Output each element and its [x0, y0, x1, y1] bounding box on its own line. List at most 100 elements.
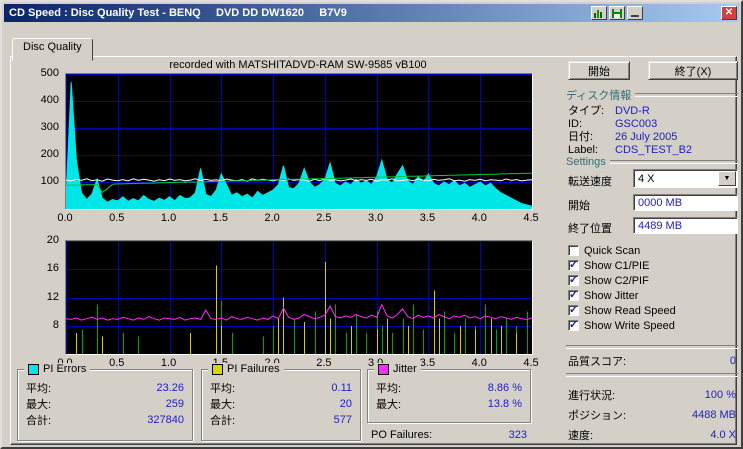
pi-errors-box: PI Errors 平均: 23.26 最大: 259 合計: 327840: [17, 363, 193, 441]
chart-icon[interactable]: [591, 6, 607, 20]
quality-score-label: 品質スコア:: [568, 356, 627, 368]
stat-label: 最大:: [26, 399, 52, 411]
stat-value: 20: [339, 398, 352, 410]
checkbox-box[interactable]: [568, 258, 579, 271]
y-tick-label: 200: [40, 148, 59, 160]
checkbox-show-c2-pif[interactable]: Show C2/PIF: [568, 273, 649, 287]
title-bar[interactable]: CD Speed : Disc Quality Test - BENQ DVD …: [4, 4, 739, 22]
start-button[interactable]: 開始: [568, 61, 630, 80]
x-tick-label: 4.0: [471, 357, 487, 369]
pi-errors-chart: 100 200 300 400 500 0.0 0.5 1.0 1.5 2.0 2.5 3.0 3.5 4…: [11, 67, 555, 229]
stat-row: 最大: 20: [210, 396, 352, 412]
tab-disc-quality[interactable]: Disc Quality: [12, 38, 93, 61]
jitter-box-title: Jitter: [374, 363, 421, 375]
divider: [566, 345, 738, 349]
stat-value: 259: [165, 398, 184, 410]
checkbox-box[interactable]: [568, 288, 579, 301]
speed-dropdown-value: 4 X: [638, 172, 655, 185]
x-tick-label: 4.0: [471, 212, 487, 224]
speed-row-label: 速度:: [568, 430, 594, 442]
stat-row: 平均: 0.11: [210, 380, 352, 396]
stat-value: 577: [333, 414, 352, 426]
checkbox-box[interactable]: [568, 273, 579, 286]
series-jitter: [65, 303, 533, 321]
checkbox-show-write-speed[interactable]: Show Write Speed: [568, 318, 675, 332]
y-tick-label: 300: [40, 121, 59, 133]
disc-info-label: Label:: [568, 144, 598, 156]
pif-jitter-chart: 81216200.00.51.01.52.02.53.03.54.04.5: [11, 234, 555, 374]
stat-row: 平均: 23.26: [26, 380, 184, 396]
stat-label: 平均:: [376, 383, 402, 395]
checkbox-show-jitter[interactable]: Show Jitter: [568, 288, 639, 302]
pi-failures-title-label: PI Failures: [227, 363, 280, 375]
stat-label: 最大:: [210, 399, 236, 411]
x-tick-label: 3.5: [419, 212, 436, 224]
checkbox-label: Quick Scan: [584, 244, 641, 257]
stat-label: 平均:: [210, 383, 236, 395]
y-tick-label: 500: [40, 67, 59, 79]
stat-row: 合計: 577: [210, 412, 352, 428]
exit-button[interactable]: 終了(X): [648, 61, 738, 80]
stat-row: 合計: 327840: [26, 412, 184, 428]
y-tick-label: 100: [40, 175, 59, 187]
x-tick-label: 1.5: [212, 212, 228, 224]
pi-errors-title-label: PI Errors: [43, 363, 87, 375]
stat-value: 23.26: [156, 382, 184, 394]
x-tick-label: 1.0: [160, 357, 177, 369]
checkbox-box[interactable]: [568, 245, 579, 256]
start-position-input[interactable]: 0000 MB: [633, 194, 738, 211]
stat-row: 平均: 8.86 %: [376, 380, 522, 396]
pi-errors-swatch-icon: [28, 363, 39, 375]
disc-quality-pane: recorded with MATSHITADVD-RAM SW-9585 vB…: [10, 56, 738, 445]
pi-failures-box-title: PI Failures: [208, 363, 284, 375]
save-icon[interactable]: [609, 6, 625, 20]
settings-header: Settings: [566, 156, 738, 168]
stat-label: 最大:: [376, 399, 402, 411]
x-tick-label: 2.5: [316, 357, 332, 369]
recorded-with-text: recorded with MATSHITADVD-RAM SW-9585 vB…: [169, 59, 427, 71]
x-tick-label: 0.0: [57, 212, 73, 224]
x-tick-label: 4.5: [523, 212, 539, 224]
y-tick-label: 16: [46, 262, 59, 275]
speed-dropdown[interactable]: 4 X ▼: [633, 169, 738, 188]
close-icon[interactable]: ✕: [721, 6, 737, 20]
stat-label: 合計:: [26, 415, 52, 427]
checkbox-show-read-speed[interactable]: Show Read Speed: [568, 303, 676, 317]
y-tick-label: 400: [40, 94, 59, 106]
end-position-input[interactable]: 4489 MB: [633, 217, 738, 234]
quality-score-row: 品質スコア: 0: [568, 353, 736, 369]
checkbox-label: Show Write Speed: [584, 319, 675, 332]
pi-errors-plot: [65, 73, 533, 210]
x-tick-label: 1.0: [160, 212, 177, 224]
stat-value: 327840: [147, 414, 184, 426]
minimize-icon[interactable]: [627, 6, 643, 20]
checkbox-show-c1-pie[interactable]: Show C1/PIE: [568, 258, 649, 272]
progress-value: 100 %: [704, 389, 736, 401]
stat-row: 最大: 13.8 %: [376, 396, 522, 412]
chart-canvas: [65, 241, 533, 354]
disc-info-value: CDS_TEST_B2: [615, 144, 693, 156]
speed-row-value: 4.0 X: [710, 429, 736, 441]
checkbox-quick-scan[interactable]: Quick Scan: [568, 244, 640, 257]
pi-failures-box: PI Failures 平均: 0.11 最大: 20 合計: 577: [201, 363, 361, 441]
pi-failures-swatch-icon: [212, 363, 223, 375]
divider: [635, 93, 738, 97]
checkbox-box[interactable]: [568, 318, 579, 331]
jitter-box: Jitter 平均: 8.86 % 最大: 13.8 %: [367, 363, 531, 423]
stat-label: 合計:: [210, 415, 236, 427]
checkbox-label: Show C2/PIF: [584, 274, 649, 287]
divider: [566, 373, 738, 377]
end-position-label: 終了位置: [568, 223, 612, 235]
po-failures-label: PO Failures:: [371, 429, 433, 441]
chevron-down-icon[interactable]: ▼: [718, 171, 736, 186]
checkbox-label: Show Jitter: [584, 289, 639, 302]
po-failures-value: 323: [508, 429, 527, 441]
window-title: CD Speed : Disc Quality Test - BENQ DVD …: [9, 7, 347, 19]
position-row: ポジション: 4488 MB: [568, 407, 736, 423]
settings-header-label: Settings: [566, 156, 606, 168]
x-tick-label: 2.5: [316, 212, 332, 224]
titlebar-spacer: [645, 13, 719, 14]
checkbox-box[interactable]: [568, 303, 579, 316]
chart-canvas: [65, 74, 533, 210]
progress-label: 進行状況:: [568, 390, 616, 402]
